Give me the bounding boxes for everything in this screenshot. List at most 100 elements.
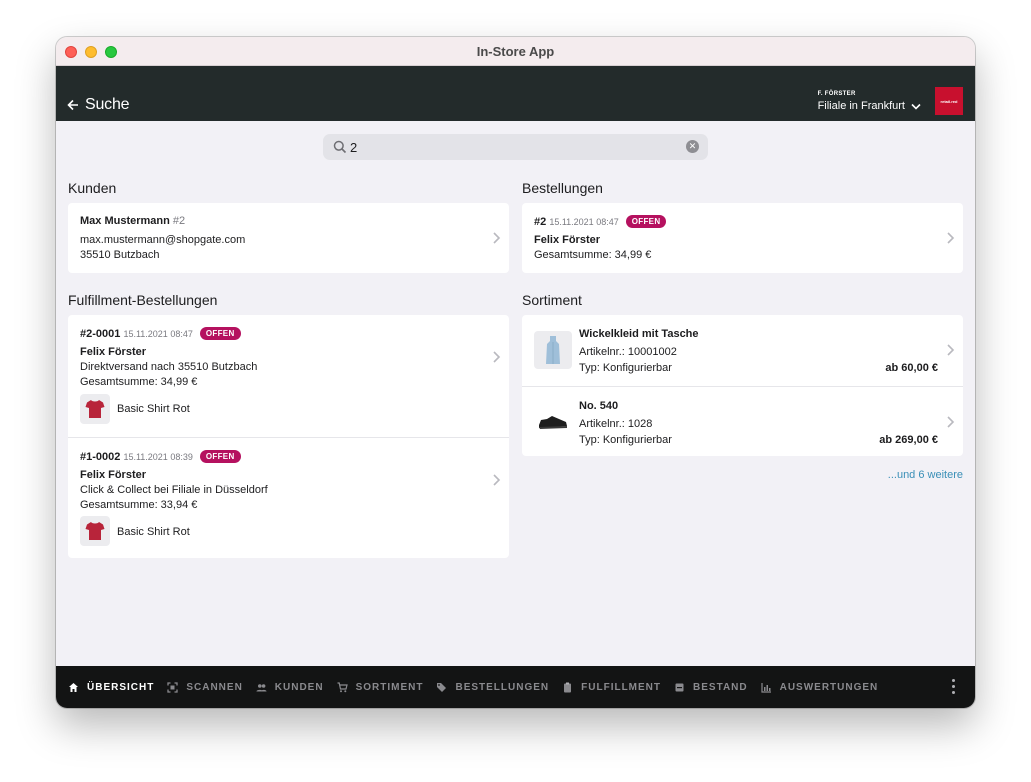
app-window: In-Store App Suche F. FÖRSTER Filiale in… xyxy=(56,37,975,708)
user-name: F. FÖRSTER xyxy=(817,91,856,97)
fulfillment-method: Click & Collect bei Filiale in Düsseldor… xyxy=(80,484,268,496)
product-row[interactable]: No. 540 Artikelnr.: 1028 Typ: Konfigurie… xyxy=(522,386,963,456)
search-input[interactable] xyxy=(350,138,680,156)
tab-scannen[interactable]: SCANNEN xyxy=(167,682,242,693)
fulfillment-header: #1-0002 15.11.2021 08:39 OFFEN xyxy=(80,450,241,463)
fulfillment-customer: Felix Förster xyxy=(80,469,147,481)
back-label: Suche xyxy=(85,96,130,113)
fulfillment-product: Basic Shirt Rot xyxy=(117,403,190,415)
brand-logo-text: retail.red xyxy=(940,98,958,104)
title-bar: In-Store App xyxy=(56,37,975,66)
shoe-icon xyxy=(539,416,567,429)
order-date: 15.11.2021 08:47 xyxy=(549,217,619,227)
order-number: #2 xyxy=(534,216,547,228)
customer-name: Max Mustermann xyxy=(80,215,170,227)
fulfillment-number: #1-0002 xyxy=(80,451,121,463)
order-row[interactable]: #2 15.11.2021 08:47 OFFEN Felix Förster … xyxy=(522,203,963,273)
red-shirt-icon xyxy=(85,522,105,540)
fulfillment-total: Gesamtsumme: 34,99 € xyxy=(80,376,198,388)
fulfillment-row[interactable]: #1-0002 15.11.2021 08:39 OFFEN Felix För… xyxy=(68,437,509,558)
product-name: Wickelkleid mit Tasche xyxy=(579,328,699,340)
more-menu-icon[interactable] xyxy=(952,679,955,694)
product-type: Typ: Konfigurierbar xyxy=(579,434,672,446)
catalog-title: Sortiment xyxy=(522,292,582,308)
brand-logo: retail.red xyxy=(935,87,963,115)
inventory-icon xyxy=(675,683,684,691)
customer-id: #2 xyxy=(172,215,186,227)
tab-label: ÜBERSICHT xyxy=(87,681,155,693)
clear-search-icon[interactable]: ✕ xyxy=(686,140,699,153)
tab-uebersicht[interactable]: ÜBERSICHT xyxy=(68,682,154,693)
back-button[interactable]: Suche xyxy=(67,96,130,114)
fulfillment-card: #2-0001 15.11.2021 08:47 OFFEN Felix För… xyxy=(68,315,509,558)
order-total: Gesamtsumme: 34,99 € xyxy=(534,249,652,261)
search-icon xyxy=(333,140,347,154)
chevron-right-icon xyxy=(493,474,501,486)
fulfillment-date: 15.11.2021 08:39 xyxy=(123,452,193,462)
tab-bestellungen[interactable]: BESTELLUNGEN xyxy=(436,682,549,693)
bottom-tab-bar: ÜBERSICHT SCANNEN KUNDEN SORTIMENT BESTE… xyxy=(56,666,975,708)
fulfillment-header: #2-0001 15.11.2021 08:47 OFFEN xyxy=(80,327,241,340)
product-row[interactable]: Wickelkleid mit Tasche Artikelnr.: 10001… xyxy=(522,315,963,386)
window-controls xyxy=(65,46,117,58)
tab-kunden[interactable]: KUNDEN xyxy=(256,682,324,693)
close-window-button[interactable] xyxy=(65,46,77,58)
chevron-right-icon xyxy=(493,351,501,363)
customers-card: Max Mustermann #2 max.mustermann@shopgat… xyxy=(68,203,509,273)
product-name: No. 540 xyxy=(579,400,619,412)
fulfillment-number: #2-0001 xyxy=(80,328,121,340)
fulfillment-date: 15.11.2021 08:47 xyxy=(123,329,193,339)
store-name: Filiale in Frankfurt xyxy=(817,100,905,112)
customer-email: max.mustermann@shopgate.com xyxy=(80,234,246,246)
minimize-window-button[interactable] xyxy=(85,46,97,58)
catalog-card: Wickelkleid mit Tasche Artikelnr.: 10001… xyxy=(522,315,963,456)
product-type: Typ: Konfigurierbar xyxy=(579,362,672,374)
search-bar[interactable]: ✕ xyxy=(323,134,708,160)
chevron-down-icon xyxy=(911,103,921,110)
tab-label: BESTAND xyxy=(693,681,748,693)
tab-label: KUNDEN xyxy=(274,681,324,693)
product-thumbnail xyxy=(534,403,572,441)
tab-label: SORTIMENT xyxy=(355,681,424,693)
fulfillment-method: Direktversand nach 35510 Butzbach xyxy=(80,361,258,373)
cart-icon xyxy=(337,681,348,692)
more-results-link[interactable]: ...und 6 weitere xyxy=(888,469,963,481)
order-customer: Felix Förster xyxy=(534,234,601,246)
customer-name-line: Max Mustermann #2 xyxy=(80,215,185,227)
clipboard-icon xyxy=(564,682,572,692)
people-icon xyxy=(256,683,267,691)
product-thumbnail xyxy=(534,331,572,369)
arrow-left-icon xyxy=(67,99,78,111)
product-price: ab 269,00 € xyxy=(879,434,938,446)
tab-bestand[interactable]: BESTAND xyxy=(674,682,748,693)
tab-auswertungen[interactable]: AUSWERTUNGEN xyxy=(761,682,879,693)
chevron-right-icon xyxy=(947,232,955,244)
app-header: Suche F. FÖRSTER Filiale in Frankfurt re… xyxy=(56,66,975,121)
fulfillment-row[interactable]: #2-0001 15.11.2021 08:47 OFFEN Felix För… xyxy=(68,315,509,437)
chevron-right-icon xyxy=(947,416,955,428)
bar-chart-icon xyxy=(761,682,771,693)
window-title: In-Store App xyxy=(476,43,555,59)
tab-sortiment[interactable]: SORTIMENT xyxy=(337,682,424,693)
home-icon xyxy=(69,682,78,692)
zoom-window-button[interactable] xyxy=(105,46,117,58)
product-sku: Artikelnr.: 1028 xyxy=(579,418,653,430)
scan-icon xyxy=(167,681,178,693)
dress-icon xyxy=(546,336,560,364)
fulfillment-total: Gesamtsumme: 33,94 € xyxy=(80,499,198,511)
tab-label: SCANNEN xyxy=(186,681,243,693)
product-thumbnail xyxy=(80,394,110,424)
store-selector[interactable]: F. FÖRSTER Filiale in Frankfurt xyxy=(818,91,921,112)
order-header: #2 15.11.2021 08:47 OFFEN xyxy=(534,215,667,228)
tab-label: BESTELLUNGEN xyxy=(455,681,550,693)
product-sku: Artikelnr.: 10001002 xyxy=(579,346,677,358)
product-thumbnail xyxy=(80,516,110,546)
tab-fulfillment[interactable]: FULFILLMENT xyxy=(562,682,661,693)
tab-label: FULFILLMENT xyxy=(581,681,662,693)
fulfillment-title: Fulfillment-Bestellungen xyxy=(68,292,218,308)
fulfillment-customer: Felix Förster xyxy=(80,346,147,358)
customer-row[interactable]: Max Mustermann #2 max.mustermann@shopgat… xyxy=(68,203,509,273)
tab-label: AUSWERTUNGEN xyxy=(779,681,879,693)
orders-title: Bestellungen xyxy=(522,180,603,196)
orders-card: #2 15.11.2021 08:47 OFFEN Felix Förster … xyxy=(522,203,963,273)
